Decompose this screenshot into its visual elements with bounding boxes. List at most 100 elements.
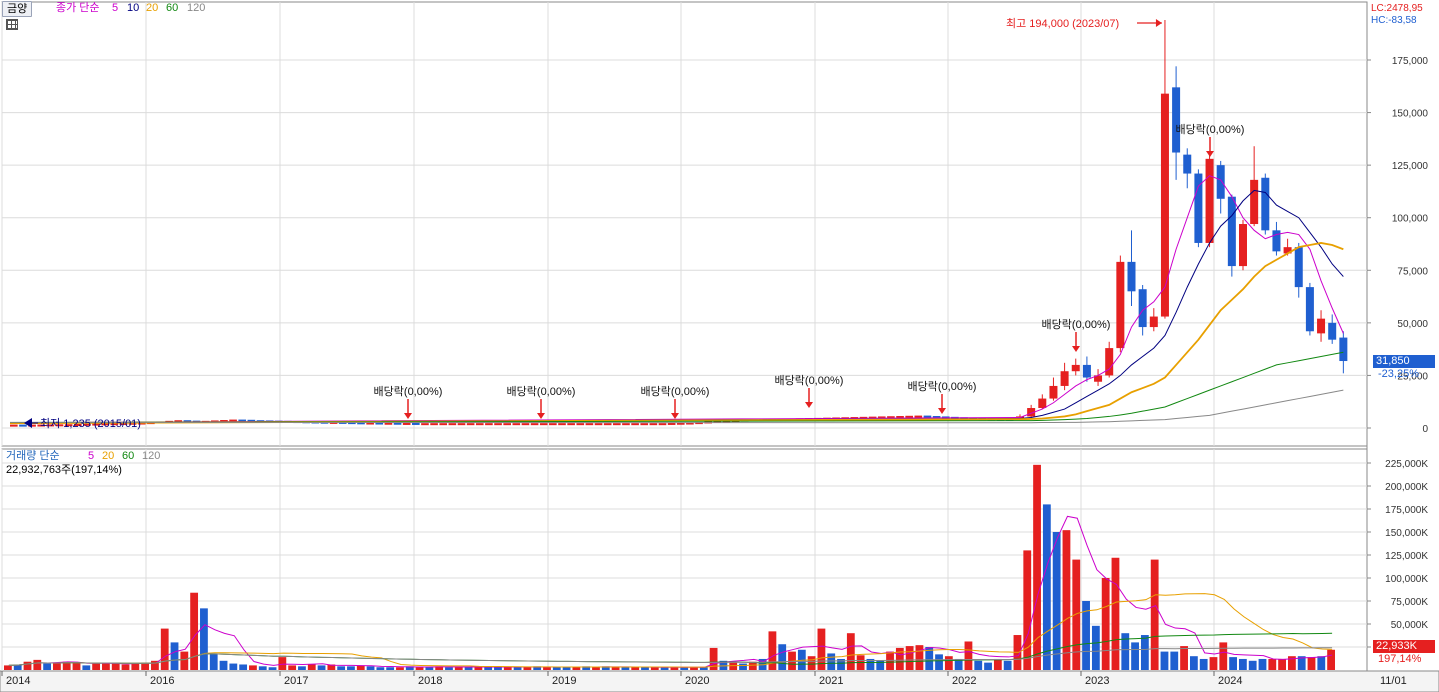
price-candle-small: [558, 423, 566, 426]
price-candle: [1160, 93, 1169, 317]
price-candle: [1172, 87, 1181, 153]
volume-bar: [415, 667, 424, 670]
volume-bar: [190, 592, 199, 670]
volume-bar: [131, 663, 140, 670]
price-candle-small: [485, 423, 493, 426]
volume-bar: [915, 645, 924, 670]
price-candle-small: [512, 423, 521, 426]
chart-canvas[interactable]: 175,000 150,000 125,000 100,000 75,000 50,000…: [0, 0, 1439, 692]
current-volume-badge: 22,933K: [1373, 640, 1435, 653]
volume-bar: [1229, 657, 1237, 670]
x-axis-label: 2016: [150, 675, 174, 687]
volume-bar: [474, 667, 483, 670]
dividend-marker-label: 배당락(0,00%): [775, 374, 844, 387]
volume-bar: [905, 646, 914, 670]
volume-bar: [160, 628, 169, 670]
price-candle-small: [439, 423, 448, 426]
volume-axis-label: 125,000K: [1385, 551, 1428, 562]
price-candle-small: [421, 423, 429, 426]
price-candle-small: [457, 423, 466, 426]
volume-bar: [170, 642, 179, 670]
volume-bar: [347, 666, 355, 670]
legend-ma60: 60: [166, 2, 179, 14]
volume-bar: [1268, 658, 1277, 670]
volume-bar: [592, 667, 600, 670]
price-candle: [1116, 261, 1125, 349]
volume-bar: [53, 662, 61, 670]
volume-axis-label: 150,000K: [1385, 528, 1428, 539]
price-candle: [1071, 364, 1080, 372]
price-candle: [1149, 316, 1158, 328]
price-candle-small: [530, 423, 539, 426]
price-candle: [1082, 364, 1091, 378]
price-candle-small: [19, 424, 27, 427]
volume-bar: [1101, 578, 1110, 670]
price-candle-small: [539, 423, 548, 426]
price-candle-small: [640, 423, 649, 426]
legend-ma120: 120: [187, 2, 206, 14]
volume-bar: [239, 664, 248, 670]
price-candle-small: [585, 423, 594, 426]
vol-legend-ma120: 120: [142, 450, 161, 462]
dividend-marker-label: 배당락(0,00%): [1176, 123, 1245, 136]
volume-axis-label: 75,000K: [1391, 597, 1429, 608]
legend-ma20: 20: [146, 2, 159, 14]
price-legend-label: 종가 단순: [56, 2, 100, 14]
volume-bar: [778, 644, 787, 670]
current-volume-change: 197,14%: [1378, 653, 1422, 665]
price-candle-small: [905, 415, 913, 418]
volume-bar: [1062, 530, 1071, 670]
volume-bar: [1278, 658, 1286, 670]
price-candle-small: [402, 422, 411, 425]
volume-bar: [219, 660, 228, 670]
volume-bar: [1033, 464, 1041, 670]
vol-legend-ma60: 60: [122, 450, 135, 462]
volume-bar: [23, 661, 32, 670]
x-axis-label: 2023: [1085, 675, 1109, 687]
volume-summary: 22,932,763주(197,14%): [6, 464, 122, 476]
volume-bar: [43, 663, 52, 670]
volume-bar: [523, 667, 532, 670]
price-candle-small: [466, 423, 475, 426]
table-icon[interactable]: [6, 19, 18, 30]
price-candle: [1305, 287, 1314, 332]
volume-bar: [33, 659, 42, 670]
price-candle-small: [923, 415, 932, 418]
volume-bar: [1317, 656, 1326, 670]
price-candle: [1205, 158, 1214, 243]
volume-bar: [317, 665, 326, 670]
volume-axis-label: 100,000K: [1385, 574, 1428, 585]
volume-bar: [1003, 660, 1012, 670]
volume-bar: [121, 664, 130, 670]
volume-bar: [1170, 651, 1179, 670]
price-candle-small: [594, 423, 603, 426]
hc-readout: HC:-83,58: [1371, 15, 1417, 26]
volume-bar: [1131, 642, 1139, 670]
volume-bar: [454, 667, 463, 670]
price-candle-small: [412, 422, 420, 425]
volume-bar: [425, 667, 434, 670]
price-candle-small: [475, 423, 484, 426]
stock-name-button[interactable]: 금양: [2, 1, 33, 17]
price-candle: [1294, 247, 1303, 288]
price-candle: [1339, 337, 1348, 362]
axis-panel: [1367, 2, 1437, 671]
price-candle: [1261, 177, 1270, 231]
price-candle: [1060, 371, 1069, 386]
volume-bar: [1199, 658, 1208, 670]
price-candle-small: [384, 422, 393, 425]
volume-bar: [964, 641, 973, 670]
volume-bar: [445, 667, 453, 670]
price-candle-small: [448, 423, 457, 426]
volume-bar: [464, 667, 473, 670]
dividend-marker-label: 배당락(0,00%): [507, 385, 576, 398]
dividend-marker-label: 배당락(0,00%): [374, 385, 443, 398]
volume-bar: [307, 664, 316, 670]
volume-bar: [768, 631, 777, 670]
volume-bar: [258, 666, 267, 670]
volume-bar: [562, 667, 571, 670]
volume-bar: [1209, 657, 1218, 670]
price-candle-small: [603, 423, 612, 426]
price-candle-small: [914, 415, 923, 418]
volume-bar: [944, 656, 953, 670]
